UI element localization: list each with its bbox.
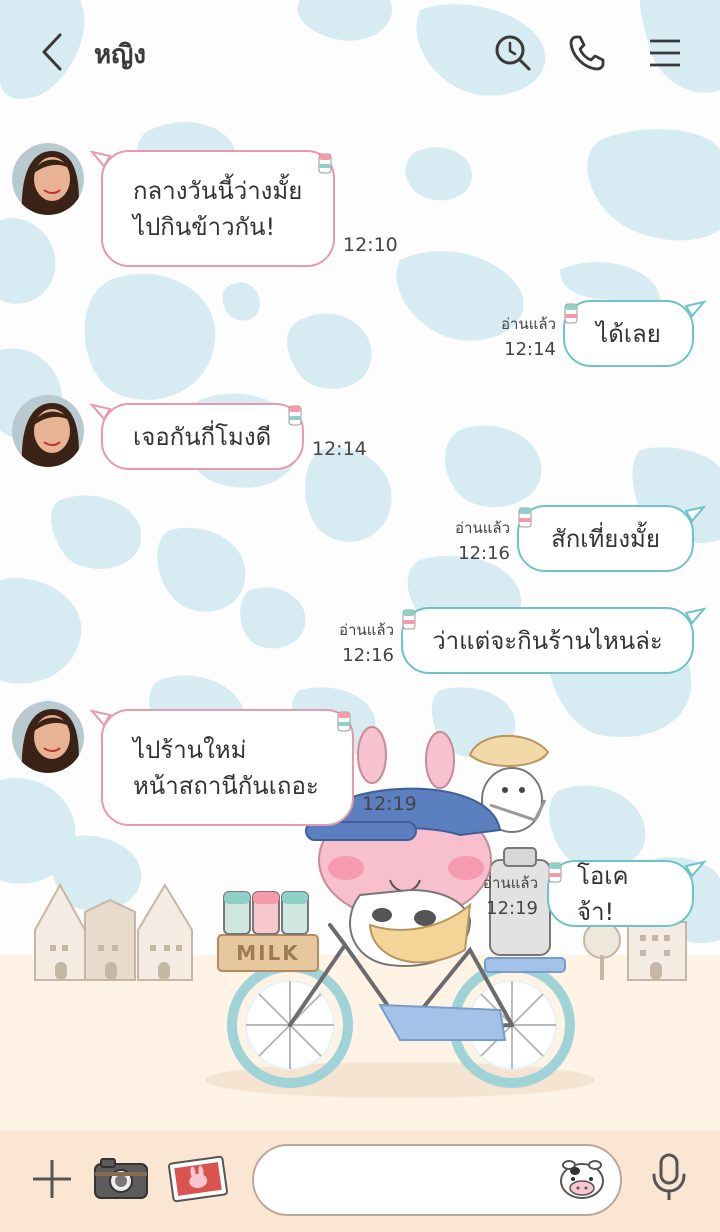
avatar[interactable]: [12, 143, 84, 215]
image-icon: [167, 1154, 229, 1208]
bubble-tail: [90, 403, 112, 421]
read-status: อ่านแล้ว: [455, 519, 510, 537]
milk-bottle-icon: [548, 862, 562, 883]
message-text: ว่าแต่จะกินร้านไหนล่ะ: [432, 626, 663, 655]
milk-bottle-icon: [288, 405, 302, 426]
milk-bottle-icon: [318, 153, 332, 174]
message-text: ได้เลย: [596, 319, 661, 348]
message-bubble-outgoing[interactable]: ได้เลย: [563, 300, 694, 367]
emoji-button[interactable]: [556, 1156, 608, 1204]
chat-history-button[interactable]: [490, 32, 536, 78]
message-text: ไปร้านใหม่ หน้าสถานีกันเถอะ: [133, 735, 319, 800]
camera-icon: [93, 1156, 149, 1204]
bubble-tail: [684, 860, 706, 878]
voice-button[interactable]: [646, 1153, 692, 1207]
add-button[interactable]: [28, 1157, 76, 1205]
image-button[interactable]: [166, 1155, 230, 1207]
bubble-tail: [684, 505, 706, 523]
message-time: 12:16: [458, 543, 510, 564]
message-time: 12:16: [342, 645, 394, 666]
milk-bottle-icon: [402, 609, 416, 630]
message-text: เจอกันกี่โมงดี: [133, 422, 272, 451]
message-text: สักเที่ยงมั้ย: [551, 524, 660, 553]
message-bubble-outgoing[interactable]: โอเคจ้า!: [547, 860, 694, 927]
message-bubble-outgoing[interactable]: ว่าแต่จะกินร้านไหนล่ะ: [401, 607, 694, 674]
back-button[interactable]: [30, 32, 74, 76]
menu-icon: [648, 38, 682, 72]
message-time: 12:14: [312, 438, 367, 460]
top-bar: หญิง: [0, 0, 720, 106]
read-status: อ่านแล้ว: [483, 874, 538, 892]
history-search-icon: [493, 33, 533, 77]
bubble-tail: [684, 607, 706, 625]
message-bubble-outgoing[interactable]: สักเที่ยงมั้ย: [517, 505, 694, 572]
emoji-icon: [557, 1155, 607, 1205]
milk-bottle-icon: [564, 303, 578, 324]
read-status: อ่านแล้ว: [339, 621, 394, 639]
message-text: โอเคจ้า!: [577, 861, 629, 926]
call-button[interactable]: [564, 32, 610, 78]
avatar[interactable]: [12, 701, 84, 773]
message-meta: อ่านแล้ว 12:14: [480, 311, 556, 363]
avatar[interactable]: [12, 395, 84, 467]
message-time: 12:10: [343, 234, 398, 256]
menu-button[interactable]: [642, 32, 688, 78]
milk-bottle-icon: [518, 507, 532, 528]
bubble-tail: [684, 300, 706, 318]
phone-icon: [568, 34, 606, 76]
message-text: กลางวันนี้ว่างมั้ย ไปกินข้าวกัน!: [133, 176, 303, 241]
message-meta: อ่านแล้ว 12:16: [318, 617, 394, 669]
camera-button[interactable]: [92, 1155, 150, 1205]
read-status: อ่านแล้ว: [501, 315, 556, 333]
bubble-tail: [90, 150, 112, 168]
bubble-tail: [90, 709, 112, 727]
message-bubble-incoming[interactable]: กลางวันนี้ว่างมั้ย ไปกินข้าวกัน!: [101, 150, 335, 267]
milk-bottle-icon: [337, 711, 351, 732]
message-bubble-incoming[interactable]: เจอกันกี่โมงดี: [101, 403, 304, 470]
chat-screen: หญิง กลางวันนี้ว่างมั้ย ไปกินข้าวกัน! 12…: [0, 0, 720, 1232]
contact-name: หญิง: [94, 40, 146, 70]
message-bubble-incoming[interactable]: ไปร้านใหม่ หน้าสถานีกันเถอะ: [101, 709, 354, 826]
message-time: 12:14: [504, 339, 556, 360]
message-time: 12:19: [362, 793, 417, 815]
mic-icon: [650, 1153, 688, 1207]
plus-icon: [31, 1158, 73, 1204]
milk-crate-label: MILK: [236, 941, 300, 965]
message-meta: อ่านแล้ว 12:19: [462, 870, 538, 922]
back-icon: [40, 33, 64, 75]
message-time: 12:19: [486, 898, 538, 919]
message-meta: อ่านแล้ว 12:16: [434, 515, 510, 567]
